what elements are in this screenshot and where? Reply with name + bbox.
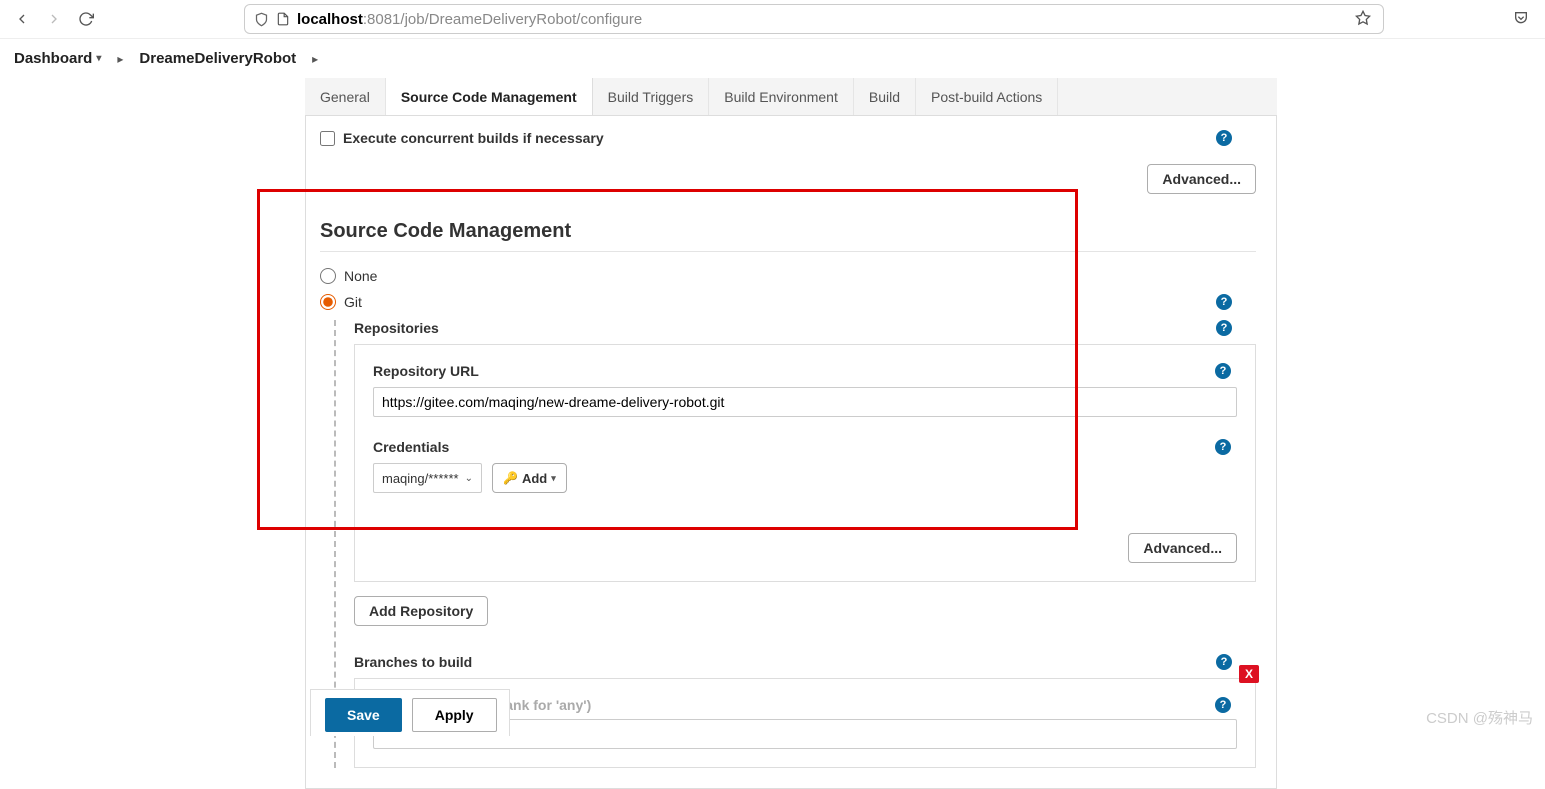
scm-git-label: Git	[344, 294, 362, 310]
help-icon[interactable]: ?	[1216, 320, 1232, 336]
tab-scm[interactable]: Source Code Management	[386, 78, 593, 115]
config-tabs: General Source Code Management Build Tri…	[305, 78, 1277, 116]
help-icon[interactable]: ?	[1216, 130, 1232, 146]
chevron-right-icon: ▸	[117, 52, 123, 66]
tab-general[interactable]: General	[305, 78, 386, 115]
bottom-action-bar: Save Apply	[310, 689, 510, 736]
repository-card: Repository URL ? Credentials ? maqing/**…	[354, 344, 1256, 582]
browser-toolbar: localhost:8081/job/DreameDeliveryRobot/c…	[0, 0, 1545, 38]
shield-icon	[253, 11, 269, 27]
site-info-icon[interactable]	[275, 11, 291, 27]
repo-advanced-button[interactable]: Advanced...	[1128, 533, 1237, 563]
back-button[interactable]	[8, 5, 36, 33]
help-icon[interactable]: ?	[1215, 363, 1231, 379]
concurrent-builds-checkbox[interactable]	[320, 131, 335, 146]
repo-url-input[interactable]	[373, 387, 1237, 417]
watermark: CSDN @殇神马	[1426, 707, 1533, 728]
concurrent-builds-label: Execute concurrent builds if necessary	[343, 130, 604, 146]
breadcrumb-dashboard[interactable]: Dashboard▾	[10, 46, 105, 71]
key-icon: 🔑	[503, 471, 518, 485]
scm-section-title: Source Code Management	[320, 220, 1256, 243]
repositories-label: Repositories	[354, 320, 1256, 336]
help-icon[interactable]: ?	[1215, 697, 1231, 713]
credentials-label: Credentials	[373, 439, 1237, 455]
repo-url-label: Repository URL	[373, 363, 1237, 379]
pocket-icon[interactable]	[1509, 6, 1533, 33]
reload-button[interactable]	[72, 5, 100, 33]
scm-git-radio[interactable]	[320, 294, 336, 310]
chevron-right-icon: ▸	[312, 52, 318, 66]
help-icon[interactable]: ?	[1216, 294, 1232, 310]
help-icon[interactable]: ?	[1216, 654, 1232, 670]
credentials-select[interactable]: maqing/******⌄	[373, 463, 482, 493]
branches-label: Branches to build	[354, 654, 1256, 670]
breadcrumb-job[interactable]: DreameDeliveryRobot	[135, 46, 300, 71]
advanced-button[interactable]: Advanced...	[1147, 164, 1256, 194]
tab-env[interactable]: Build Environment	[709, 78, 854, 115]
apply-button[interactable]: Apply	[412, 698, 497, 732]
save-button[interactable]: Save	[325, 698, 402, 732]
delete-branch-button[interactable]: X	[1239, 665, 1259, 683]
tab-post[interactable]: Post-build Actions	[916, 78, 1058, 115]
url-text: localhost:8081/job/DreameDeliveryRobot/c…	[297, 11, 1345, 28]
breadcrumb: Dashboard▾ ▸ DreameDeliveryRobot ▸	[0, 38, 1545, 78]
add-repository-button[interactable]: Add Repository	[354, 596, 488, 626]
tab-build[interactable]: Build	[854, 78, 916, 115]
forward-button[interactable]	[40, 5, 68, 33]
add-credentials-button[interactable]: 🔑 Add ▾	[492, 463, 567, 493]
scm-none-radio[interactable]	[320, 268, 336, 284]
url-bar[interactable]: localhost:8081/job/DreameDeliveryRobot/c…	[244, 4, 1384, 34]
scm-none-label: None	[344, 268, 377, 284]
tab-triggers[interactable]: Build Triggers	[593, 78, 710, 115]
help-icon[interactable]: ?	[1215, 439, 1231, 455]
bookmark-icon[interactable]	[1351, 6, 1375, 33]
